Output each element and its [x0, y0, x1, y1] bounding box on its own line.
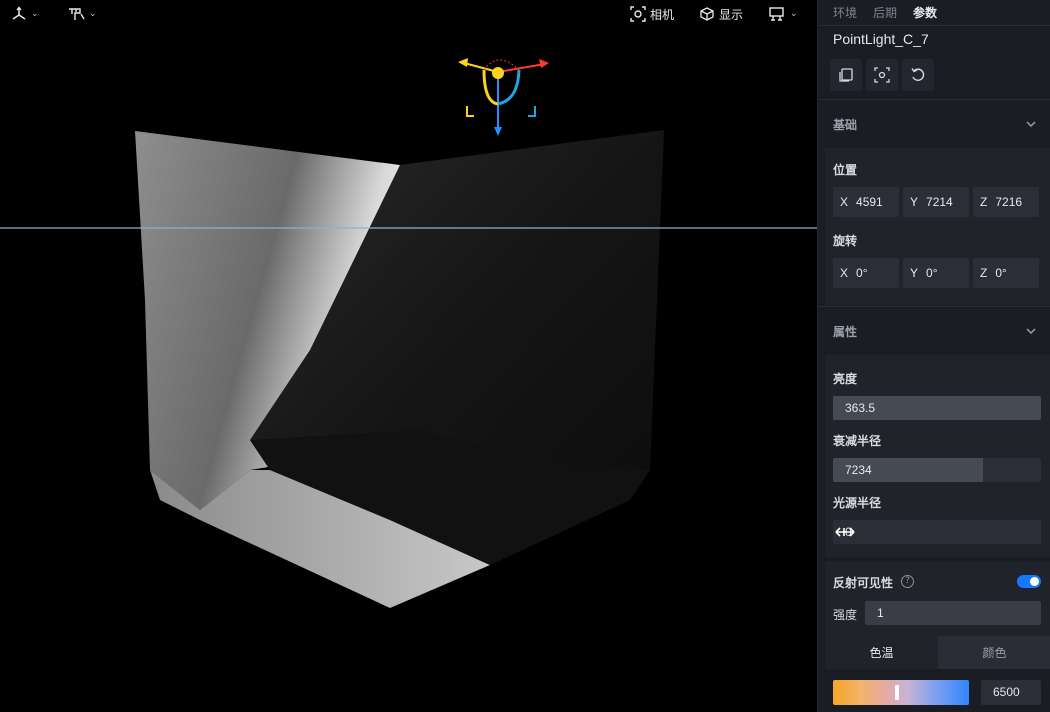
help-icon[interactable]: ?: [901, 575, 914, 588]
divider: [818, 99, 1050, 100]
display-button[interactable]: 显示: [699, 4, 743, 24]
color-mode-tabs: 色温 颜色: [825, 636, 1050, 669]
panel-tabs: 环境 后期 参数: [818, 0, 1050, 26]
reset-icon: [911, 68, 925, 81]
axis-icon: [12, 6, 26, 20]
rotation-x-field[interactable]: X 0°: [833, 258, 899, 288]
section-basic-title: 基础: [833, 117, 858, 132]
rotation-z-field[interactable]: Z 0°: [973, 258, 1039, 288]
rotation-y-field[interactable]: Y 0°: [903, 258, 969, 288]
rotation-z-value: 0°: [995, 266, 1007, 280]
position-label: 位置: [833, 163, 858, 177]
position-y-field[interactable]: Y 7214: [903, 187, 969, 217]
position-z-value: 7216: [995, 195, 1023, 209]
chevron-down-icon: ⌄: [790, 9, 798, 19]
attenuation-radius-value: 7234: [845, 463, 872, 477]
properties-panel: 环境 后期 参数 PointLight_C_7 基础 位置 X 4591 Y 7…: [817, 0, 1050, 712]
tab-parameters[interactable]: 参数: [913, 4, 937, 21]
resize-cursor-icon: [835, 527, 855, 537]
attenuation-radius-slider[interactable]: 7234: [833, 458, 1041, 482]
position-x-field[interactable]: X 4591: [833, 187, 899, 217]
layout-dropdown[interactable]: ⌄: [768, 4, 798, 24]
rotation-label: 旋转: [833, 234, 858, 248]
transform-gizmo[interactable]: [458, 58, 549, 136]
cube-icon: [700, 7, 714, 21]
section-attributes-header[interactable]: 属性: [833, 321, 1038, 341]
brush-icon: [69, 8, 85, 20]
render-mode-dropdown[interactable]: ⌄: [67, 4, 97, 24]
reset-button[interactable]: [902, 59, 934, 91]
copy-icon: [839, 68, 853, 82]
position-x-value: 4591: [856, 195, 883, 209]
intensity-label: 强度: [833, 608, 858, 622]
reflection-visibility-label: 反射可见性: [833, 576, 894, 590]
tab-environment[interactable]: 环境: [833, 4, 857, 21]
3d-viewport[interactable]: ⌄ ⌄ 相机 显示 ⌄: [0, 0, 817, 712]
tab-color-temperature[interactable]: 色温: [825, 636, 938, 669]
rotation-x-value: 0°: [856, 266, 868, 280]
layout-icon: [769, 7, 784, 21]
attenuation-radius-label: 衰减半径: [833, 434, 882, 448]
focus-button[interactable]: [866, 59, 898, 91]
tab-color[interactable]: 颜色: [938, 636, 1050, 669]
chevron-down-icon: [1026, 328, 1036, 335]
tab-post-processing[interactable]: 后期: [873, 4, 897, 21]
basic-section-body: 位置 X 4591 Y 7214 Z 7216 旋转 X 0° Y 0° Z 0…: [825, 148, 1050, 305]
brightness-slider[interactable]: 363.5: [833, 396, 1041, 420]
chevron-down-icon: [1026, 121, 1036, 128]
toggle-knob: [1030, 577, 1039, 586]
color-temperature-slider[interactable]: [833, 680, 969, 705]
source-radius-label: 光源半径: [833, 496, 882, 510]
transform-mode-dropdown[interactable]: ⌄: [11, 4, 39, 24]
chevron-down-icon: ⌄: [31, 9, 39, 19]
color-temperature-input[interactable]: 6500: [981, 680, 1041, 705]
reflection-visibility-toggle[interactable]: [1017, 575, 1041, 588]
display-label: 显示: [719, 7, 744, 22]
object-actions: [830, 59, 934, 91]
section-basic-header[interactable]: 基础: [833, 114, 1038, 134]
scene-render[interactable]: [0, 0, 817, 712]
camera-button[interactable]: 相机: [630, 4, 674, 24]
copy-button[interactable]: [830, 59, 862, 91]
position-z-field[interactable]: Z 7216: [973, 187, 1039, 217]
object-name: PointLight_C_7: [833, 31, 929, 47]
chevron-down-icon: ⌄: [89, 9, 97, 19]
camera-frame-icon: [630, 6, 646, 22]
position-y-value: 7214: [926, 195, 953, 209]
divider: [818, 306, 1050, 307]
section-attributes-title: 属性: [833, 324, 858, 339]
brightness-label: 亮度: [833, 372, 858, 386]
camera-label: 相机: [650, 7, 675, 22]
source-radius-slider[interactable]: 0: [833, 520, 1041, 544]
intensity-input[interactable]: 1: [865, 601, 1041, 625]
brightness-value: 363.5: [845, 401, 876, 415]
focus-icon: [874, 67, 890, 83]
rotation-y-value: 0°: [926, 266, 938, 280]
color-temperature-handle[interactable]: [895, 685, 899, 700]
